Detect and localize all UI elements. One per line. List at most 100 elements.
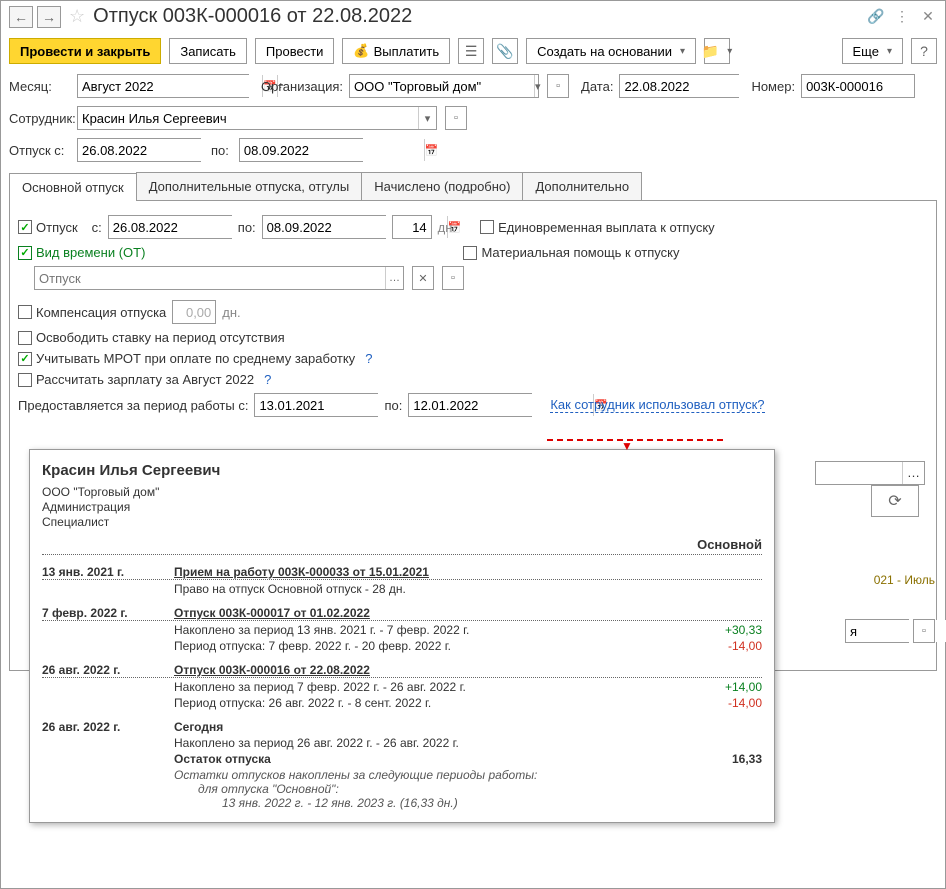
clear-button[interactable]: ✕ [412,266,434,290]
annotation-arrow-icon: ▼ [621,439,633,453]
period-from-input[interactable]: 📅 [254,393,378,417]
date-input[interactable]: 📅 [619,74,739,98]
tab-calculations[interactable]: Начислено (подробно) [361,172,523,200]
org-label: Организация: [261,79,343,94]
money-icon: 💰 [353,43,369,59]
mrot-checkbox[interactable]: Учитывать МРОТ при оплате по среднему за… [18,351,355,366]
calc-salary-row: Рассчитать зарплату за Август 2022 ? [18,372,928,387]
post-button[interactable]: Провести [255,38,335,64]
background-period-text: 021 - Июль [874,573,935,587]
release-row: Освободить ставку на период отсутствия [18,330,928,345]
time-type-input[interactable]: … [34,266,404,290]
time-type-checkbox[interactable]: Вид времени (ОТ) [18,245,145,260]
popup-dept: Администрация [42,500,762,514]
org-open-button[interactable]: ▫ [547,74,569,98]
time-type-input-row: … ✕ ▫ [34,266,928,290]
create-based-button[interactable]: Создать на основании▾ [526,38,696,64]
mat-help-checkbox[interactable]: Материальная помощь к отпуску [463,245,679,260]
employee-input[interactable]: ▾ [77,106,437,130]
event-title[interactable]: Отпуск 003К-000016 от 22.08.2022 [174,663,762,677]
form-row-employee: Сотрудник: ▾ ▫ [1,102,945,134]
popup-today-block: 26 авг. 2022 г.Сегодня Накоплено за пери… [42,720,762,810]
form-row-month: Месяц: 📅 ÷ Организация: ▾ ▫ Дата: 📅 Номе… [1,70,945,102]
compensation-checkbox[interactable]: Компенсация отпуска [18,305,166,320]
main-to-input[interactable]: 📅 [262,215,386,239]
post-close-button[interactable]: Провести и закрыть [9,38,161,64]
release-checkbox[interactable]: Освободить ставку на период отсутствия [18,330,285,345]
help-icon[interactable]: ? [264,372,271,387]
main-from-input[interactable]: 📅 [108,215,232,239]
popup-event: 13 янв. 2021 г.Прием на работу 003К-0000… [42,565,762,596]
help-button[interactable]: ? [911,38,937,64]
event-value: +30,33 [692,623,762,637]
event-value: -14,00 [692,639,762,653]
period-row: Предоставляется за период работы с: 📅 по… [18,393,928,417]
more-menu-icon[interactable]: ⋮ [893,8,911,25]
employee-open-button[interactable]: ▫ [445,106,467,130]
pay-button[interactable]: 💰Выплатить [342,38,450,64]
event-date: 26 авг. 2022 г. [42,663,174,677]
tab-main[interactable]: Основной отпуск [9,173,137,201]
attach-button[interactable]: 📎 [492,38,518,64]
calendar-icon[interactable]: 📅 [424,139,439,161]
period-to-input[interactable]: 📅 [408,393,532,417]
popup-employee-name: Красин Илья Сергеевич [42,462,762,479]
ellipsis-icon[interactable]: … [385,267,403,289]
month-input[interactable]: 📅 ÷ [77,74,249,98]
tab-extra[interactable]: Дополнительно [522,172,642,200]
lump-sum-checkbox[interactable]: Единовременная выплата к отпуску [480,220,715,235]
open-button[interactable]: ▫ [442,266,464,290]
number-input[interactable] [801,74,915,98]
nav-forward-button[interactable]: → [37,6,61,28]
toolbar: Провести и закрыть Записать Провести 💰Вы… [1,32,945,70]
popup-event: 26 авг. 2022 г.Отпуск 003К-000016 от 22.… [42,663,762,710]
compensation-input[interactable] [172,300,216,324]
date-label: Дата: [581,79,613,94]
event-date: 13 янв. 2021 г. [42,565,174,579]
favorite-icon[interactable]: ☆ [69,6,85,27]
tab-additional[interactable]: Дополнительные отпуска, отгулы [136,172,363,200]
chevron-down-icon[interactable]: ▾ [534,75,541,97]
popup-event: 7 февр. 2022 г.Отпуск 003К-000017 от 01.… [42,606,762,653]
popup-position: Специалист [42,515,762,529]
form-row-vacation-dates: Отпуск с: 📅 по: 📅 [1,134,945,166]
vacation-checkbox[interactable]: Отпуск [18,220,78,235]
event-desc: Накоплено за период 13 янв. 2021 г. - 7 … [174,623,692,637]
help-icon[interactable]: ? [365,351,372,366]
background-dropdown[interactable]: ▾ ▫ [845,619,935,643]
ellipsis-icon[interactable]: … [902,462,924,484]
vac-from-input[interactable]: 📅 [77,138,201,162]
link-icon[interactable]: 🔗 [867,8,885,25]
close-icon[interactable]: ✕ [919,8,937,25]
save-button[interactable]: Записать [169,38,247,64]
more-button[interactable]: Еще▾ [842,38,903,64]
employee-label: Сотрудник: [9,111,71,126]
vacation-usage-popup: Красин Илья Сергеевич ООО "Торговый дом"… [29,449,775,823]
event-desc: Право на отпуск Основной отпуск - 28 дн. [174,582,692,596]
time-type-row: Вид времени (ОТ) Материальная помощь к о… [18,245,928,260]
tabs: Основной отпуск Дополнительные отпуска, … [9,172,937,201]
usage-link[interactable]: Как сотрудник использовал отпуск? [550,397,764,413]
annotation-line [547,439,723,441]
vac-to-label: по: [211,143,229,158]
event-desc: Период отпуска: 26 авг. 2022 г. - 8 сент… [174,696,692,710]
popup-org: ООО "Торговый дом" [42,485,762,499]
calc-salary-checkbox[interactable]: Рассчитать зарплату за Август 2022 [18,372,254,387]
event-date: 7 февр. 2022 г. [42,606,174,620]
event-title[interactable]: Прием на работу 003К-000033 от 15.01.202… [174,565,762,579]
days-input[interactable] [392,215,432,239]
open-button[interactable]: ▫ [913,619,935,643]
background-ellipsis-input[interactable]: … [815,461,925,485]
refresh-button[interactable]: ⟳ [871,485,919,517]
vac-to-input[interactable]: 📅 [239,138,363,162]
event-desc: Накоплено за период 7 февр. 2022 г. - 26… [174,680,692,694]
folder-button[interactable]: 📁▾ [704,38,730,64]
event-desc: Период отпуска: 7 февр. 2022 г. - 20 фев… [174,639,692,653]
event-title[interactable]: Отпуск 003К-000017 от 01.02.2022 [174,606,762,620]
list-icon-button[interactable]: ☰ [458,38,484,64]
nav-back-button[interactable]: ← [9,6,33,28]
chevron-down-icon[interactable]: ▾ [418,107,436,129]
org-input[interactable]: ▾ [349,74,539,98]
number-label: Номер: [751,79,795,94]
document-window: ← → ☆ Отпуск 003К-000016 от 22.08.2022 🔗… [0,0,946,889]
